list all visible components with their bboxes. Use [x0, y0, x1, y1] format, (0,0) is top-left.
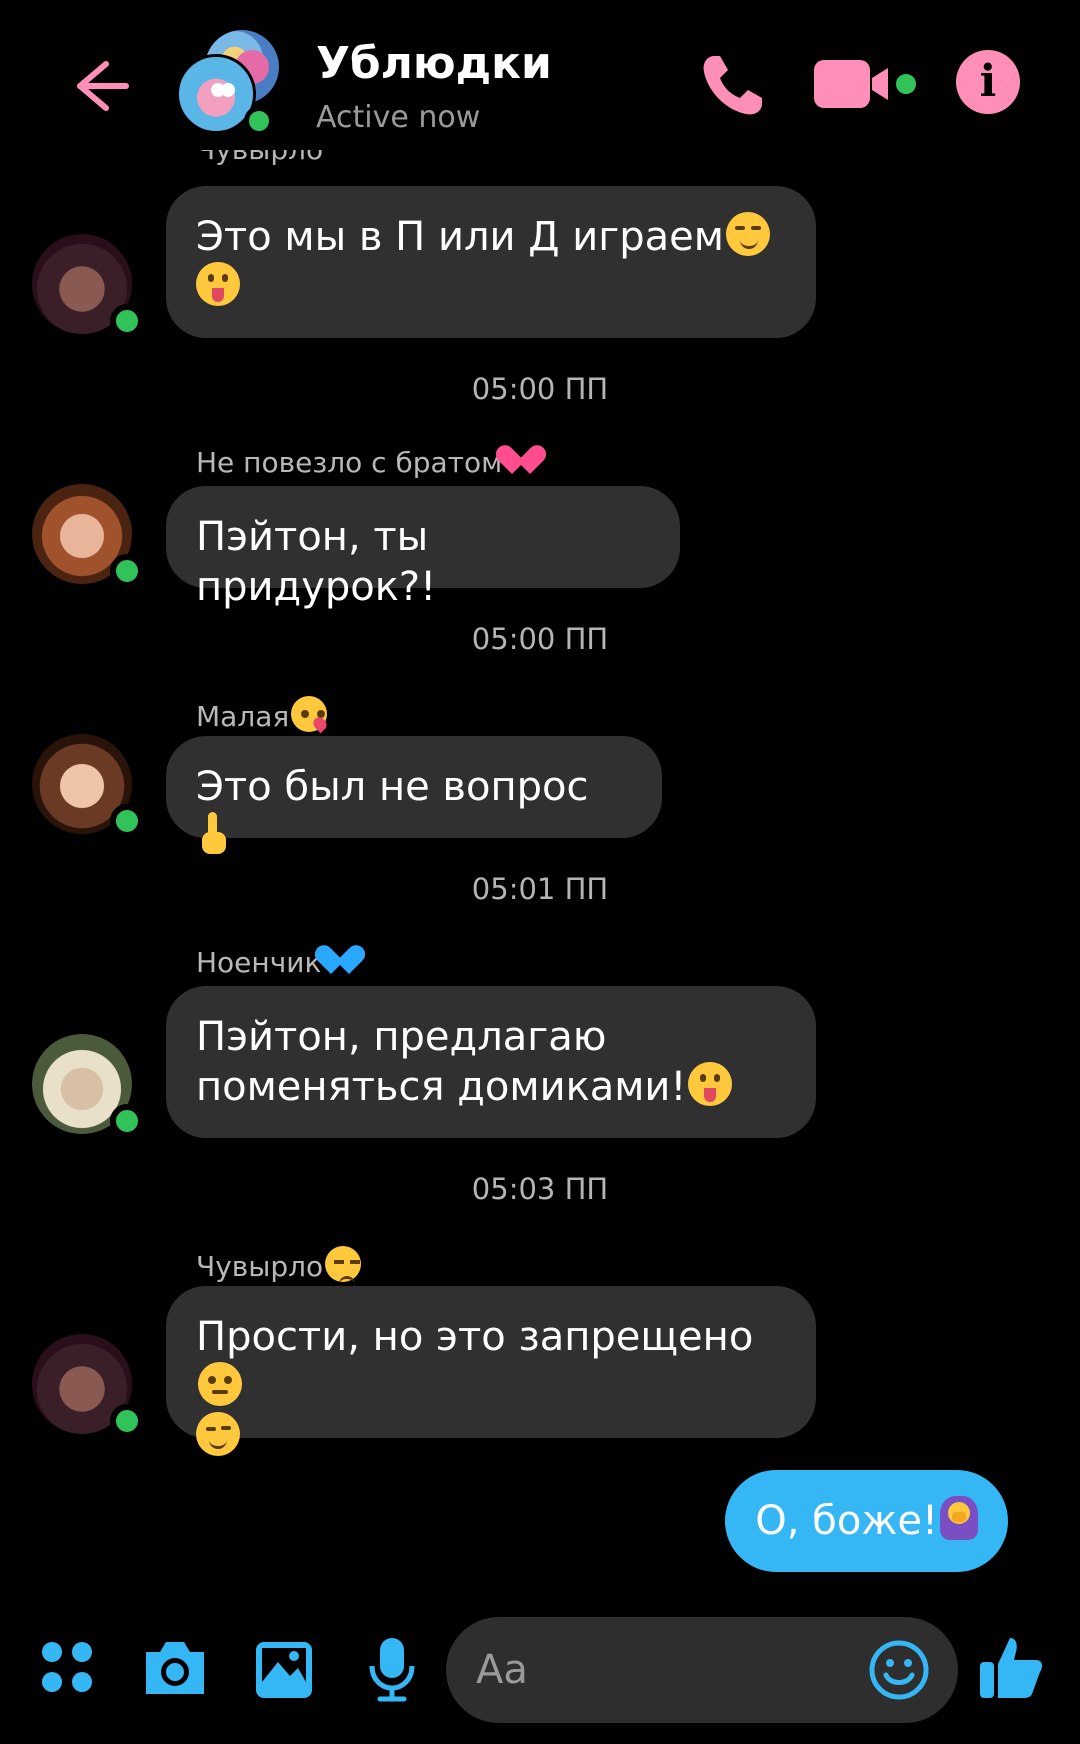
online-indicator — [244, 106, 274, 136]
timestamp: 05:01 ПП — [471, 872, 609, 906]
drooling-emoji-icon — [688, 1062, 733, 1106]
message-input[interactable]: Aa — [446, 1617, 958, 1723]
avatar-chuvyrlo[interactable] — [32, 234, 144, 338]
sender-name: Не повезло с братом — [196, 446, 538, 479]
online-indicator — [110, 1104, 144, 1138]
online-indicator — [110, 1404, 144, 1438]
like-icon[interactable] — [978, 1634, 1044, 1704]
message-text: О, боже! — [755, 1498, 938, 1544]
phone-call-icon[interactable] — [696, 50, 768, 122]
facepalm-emoji-icon — [940, 1496, 978, 1540]
sender-name: Чувырло — [196, 1246, 362, 1283]
sender-name: Ноенчик — [196, 946, 357, 979]
message-text: поменяться домиками! — [196, 1064, 687, 1110]
message-bubble[interactable]: Это был не вопрос — [166, 736, 662, 854]
pink-heart-emoji-icon — [504, 446, 538, 476]
timestamp: 05:03 ПП — [471, 1172, 609, 1206]
avatar-malaya[interactable] — [32, 734, 144, 838]
wink-emoji-icon — [196, 1412, 240, 1456]
chat-status: Active now — [316, 100, 481, 135]
timestamp: 05:00 ПП — [471, 622, 609, 656]
chat-title[interactable]: Ублюдки — [316, 38, 552, 89]
unamused-emoji-icon — [325, 1246, 362, 1282]
emoji-icon[interactable] — [868, 1639, 930, 1701]
sender-name-cut: Чувырло — [196, 150, 323, 174]
message-text: Прости, но это запрещено — [196, 1314, 754, 1360]
drooling-emoji-icon — [196, 262, 240, 306]
message-bubble[interactable]: Это мы в П или Д играем — [166, 186, 816, 338]
blue-heart-emoji-icon — [323, 946, 357, 976]
messenger-chat-screen: Ублюдки Active now i Чувырло Это мы в П … — [0, 0, 1080, 1744]
message-text: Это был не вопрос — [196, 764, 589, 810]
message-bubble[interactable]: Прости, но это запрещено — [166, 1286, 816, 1456]
kiss-emoji-icon — [291, 696, 328, 732]
message-text: Пэйтон, предлагаю — [196, 1014, 607, 1060]
gallery-icon[interactable] — [254, 1640, 314, 1704]
camera-icon[interactable] — [142, 1638, 208, 1700]
message-bubble[interactable]: Пэйтон, ты придурок?! — [166, 486, 680, 610]
message-bubble[interactable]: Пэйтон, предлагаю поменяться домиками! — [166, 986, 816, 1138]
pointing-up-emoji-icon — [198, 812, 228, 856]
avatar-brother[interactable] — [32, 484, 144, 588]
timestamp: 05:00 ПП — [471, 372, 609, 406]
message-text: Пэйтон, ты придурок?! — [196, 514, 437, 610]
sender-name: Малая — [196, 696, 328, 733]
outgoing-message-bubble[interactable]: О, боже! — [725, 1470, 1008, 1572]
online-indicator — [110, 804, 144, 838]
microphone-icon[interactable] — [368, 1636, 416, 1706]
smirk-emoji-icon — [725, 212, 770, 256]
slight-smile-emoji-icon — [198, 1362, 242, 1406]
chat-header: Ублюдки Active now i — [0, 0, 1080, 165]
avatar-chuvyrlo[interactable] — [32, 1334, 144, 1438]
online-indicator — [110, 304, 144, 338]
message-text: Это мы в П или Д играем — [196, 214, 724, 260]
avatar-noenchik[interactable] — [32, 1034, 144, 1138]
info-icon[interactable]: i — [956, 50, 1020, 114]
apps-icon[interactable] — [40, 1640, 94, 1698]
message-input-placeholder: Aa — [476, 1647, 528, 1693]
group-avatar[interactable] — [176, 30, 288, 136]
video-call-icon[interactable] — [814, 56, 920, 116]
back-arrow-icon[interactable] — [66, 52, 134, 120]
online-indicator — [110, 554, 144, 588]
